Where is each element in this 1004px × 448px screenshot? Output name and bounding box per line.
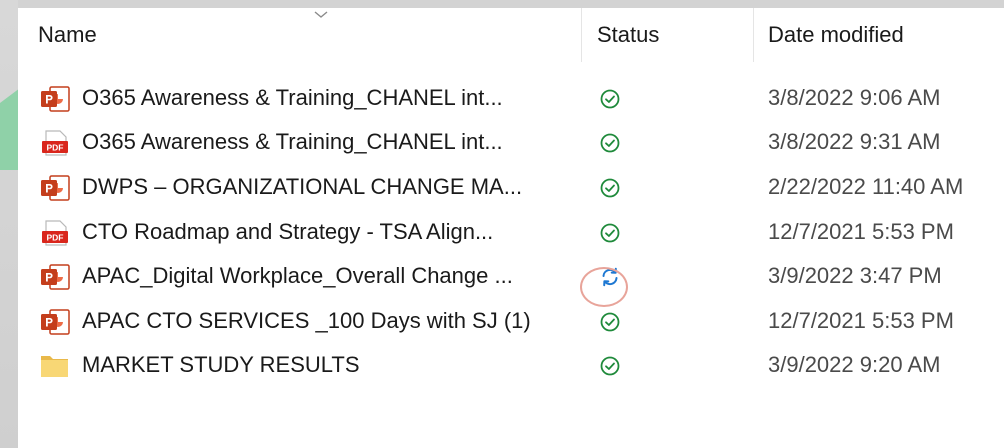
file-name: MARKET STUDY RESULTS (82, 352, 360, 377)
svg-text:PDF: PDF (47, 143, 64, 153)
column-header-date-modified[interactable]: Date modified (768, 22, 904, 48)
date-modified-value: 3/9/2022 3:47 PM (768, 263, 942, 288)
file-name: O365 Awareness & Training_CHANEL int... (82, 129, 503, 154)
pdf-icon: PDF (40, 220, 70, 246)
column-header-status[interactable]: Status (597, 22, 659, 48)
pdf-icon: PDF (40, 130, 70, 156)
file-row[interactable]: O365 Awareness & Training_CHANEL int... … (18, 77, 1004, 121)
file-row[interactable]: APAC CTO SERVICES _100 Days with SJ (1) … (18, 300, 1004, 344)
file-name: APAC_Digital Workplace_Overall Change ..… (82, 263, 513, 288)
background-strip (0, 0, 18, 448)
file-name: DWPS – ORGANIZATIONAL CHANGE MA... (82, 174, 523, 199)
file-name: O365 Awareness & Training_CHANEL int... (82, 85, 503, 110)
synced-check-icon (598, 176, 622, 200)
powerpoint-icon (40, 264, 70, 290)
column-header-row: Name Status Date modified (18, 8, 1004, 70)
file-row[interactable]: DWPS – ORGANIZATIONAL CHANGE MA... 2/22/… (18, 166, 1004, 210)
file-row[interactable]: PDF O365 Awareness & Training_CHANEL int… (18, 121, 1004, 165)
column-header-name[interactable]: Name (38, 22, 97, 48)
powerpoint-icon (40, 175, 70, 201)
synced-check-icon (598, 131, 622, 155)
date-modified-value: 12/7/2021 5:53 PM (768, 219, 954, 244)
date-modified-value: 12/7/2021 5:53 PM (768, 308, 954, 333)
date-modified-value: 3/9/2022 9:20 AM (768, 352, 941, 377)
file-name: CTO Roadmap and Strategy - TSA Align... (82, 219, 494, 244)
date-modified-value: 3/8/2022 9:06 AM (768, 85, 941, 110)
svg-text:PDF: PDF (47, 233, 64, 243)
synced-check-icon (598, 87, 622, 111)
synced-check-icon (598, 310, 622, 334)
file-row[interactable]: APAC_Digital Workplace_Overall Change ..… (18, 255, 1004, 299)
file-row[interactable]: PDF CTO Roadmap and Strategy - TSA Align… (18, 211, 1004, 255)
powerpoint-icon (40, 86, 70, 112)
date-modified-value: 2/22/2022 11:40 AM (768, 174, 964, 199)
synced-check-icon (598, 354, 622, 378)
synced-check-icon (598, 221, 622, 245)
powerpoint-icon (40, 309, 70, 335)
column-divider[interactable] (581, 8, 582, 62)
file-row[interactable]: MARKET STUDY RESULTS 3/9/2022 9:20 AM (18, 344, 1004, 388)
date-modified-value: 3/8/2022 9:31 AM (768, 129, 941, 154)
file-list-panel: Name Status Date modified O365 Awareness… (18, 8, 1004, 448)
column-divider[interactable] (753, 8, 754, 62)
file-name: APAC CTO SERVICES _100 Days with SJ (1) (82, 308, 531, 333)
highlight-circle (580, 267, 628, 307)
folder-icon (40, 353, 70, 379)
